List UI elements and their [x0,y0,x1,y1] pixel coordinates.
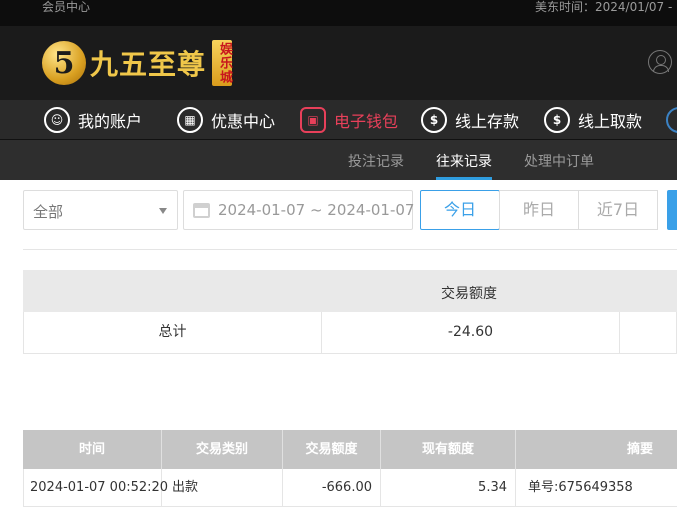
cell-amount: -666.00 [283,469,381,507]
tab-bet-records[interactable]: 投注记录 [348,151,404,171]
wallet-icon: ▣ [300,107,326,133]
summary-total-value: -24.60 [322,312,620,353]
nav-label: 线上存款 [455,112,520,131]
summary-total-label: 总计 [24,312,322,353]
summary-header-label: 交易额度 [441,286,497,302]
cell-memo: 单号:675649358 [528,480,633,495]
site-logo[interactable]: 5 九五至尊 娱乐城 [42,38,233,88]
more-icon [666,107,677,133]
last-7-days-button[interactable]: 近7日 [578,190,658,230]
logo-subtitle: 娱乐城 [212,40,233,86]
caret-down-icon [159,208,167,214]
deposit-icon: $ [421,107,447,133]
nav-label: 电子钱包 [334,112,399,131]
divider [23,249,677,250]
nav-online-deposit[interactable]: $ 线上存款 [421,106,519,134]
nav-my-account[interactable]: ☺ 我的账户 [44,106,142,134]
summary-row: 总计 -24.60 [23,312,677,354]
member-center-link[interactable]: 会员中心 [42,0,90,15]
main-nav: ☺ 我的账户 ▦ 优惠中心 ▣ 电子钱包 $ 线上存款 $ 线上取款 [0,100,677,140]
summary-header: 交易额度 [23,270,677,312]
col-type: 交易类别 [162,430,283,469]
cell-balance: 5.34 [381,469,516,507]
sub-nav: 投注记录 往来记录 处理中订单 [0,140,677,180]
date-range-value: 2024-01-07 ~ 2024-01-07 [218,201,415,219]
today-button[interactable]: 今日 [420,190,500,230]
logo-name: 九五至尊 [90,48,207,81]
gift-icon: ▦ [177,107,203,133]
nav-e-wallet[interactable]: ▣ 电子钱包 [300,106,398,134]
nav-label: 优惠中心 [211,112,276,131]
nav-online-withdraw[interactable]: $ 线上取款 [544,106,642,134]
transaction-type-select[interactable]: 全部 [23,190,178,230]
cell-type: 出款 [162,469,283,507]
select-value: 全部 [33,203,64,221]
yesterday-button[interactable]: 昨日 [499,190,579,230]
top-bar: 会员中心 美东时间：2024/01/07 - [0,0,677,26]
col-memo: 摘要 [626,442,653,457]
nav-more[interactable] [666,106,677,134]
nav-label: 线上取款 [578,112,643,131]
tab-transaction-records[interactable]: 往来记录 [436,151,492,171]
search-button[interactable] [667,190,677,230]
site-header: 5 九五至尊 娱乐城 [0,26,677,100]
nav-promotions[interactable]: ▦ 优惠中心 [177,106,275,134]
table-row: 2024-01-07 00:52:20 出款 -666.00 5.34 单号:6… [23,469,677,507]
tab-pending-orders[interactable]: 处理中订单 [524,151,594,171]
logo-mark-icon: 5 [42,41,86,85]
account-avatar-icon[interactable] [648,50,672,74]
user-icon: ☺ [44,107,70,133]
active-tab-indicator [436,177,492,180]
est-time: 美东时间：2024/01/07 - [535,0,673,14]
col-amount: 交易额度 [283,430,381,469]
details-table-header: 时间 交易类别 交易额度 现有额度 摘要 [23,430,677,469]
col-balance: 现有额度 [381,430,516,469]
col-time: 时间 [23,430,162,469]
cell-time: 2024-01-07 00:52:20 [24,469,168,507]
withdraw-icon: $ [544,107,570,133]
calendar-icon [193,203,210,218]
nav-label: 我的账户 [78,112,143,131]
date-range-picker[interactable]: 2024-01-07 ~ 2024-01-07 [183,190,415,230]
